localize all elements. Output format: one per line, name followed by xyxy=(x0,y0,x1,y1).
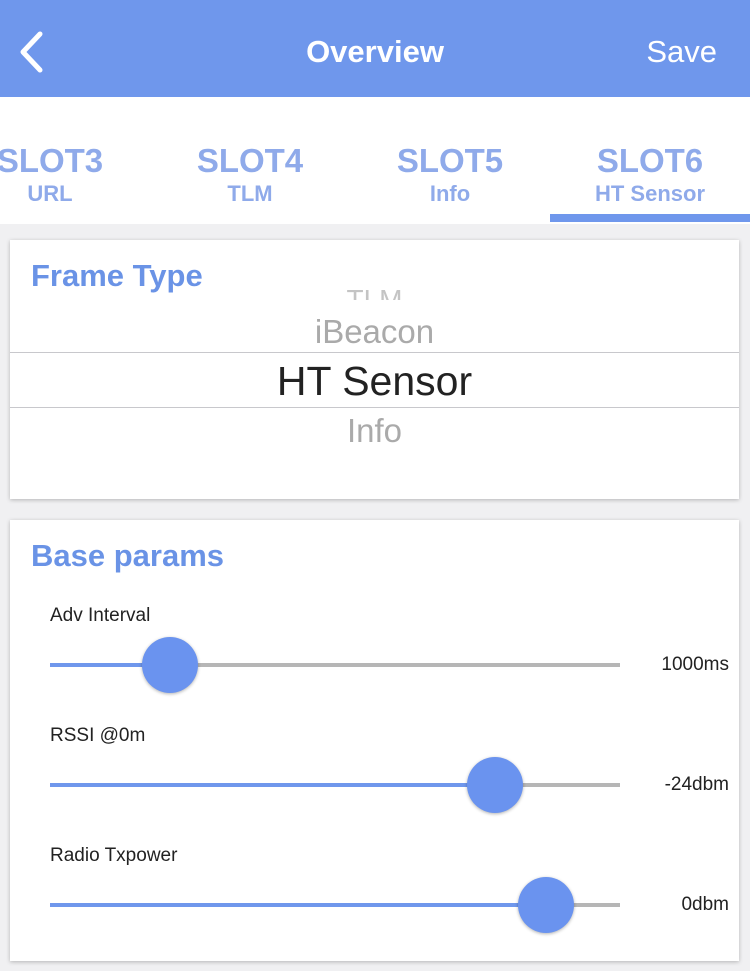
selected-tab-indicator xyxy=(550,214,750,222)
frame-type-card: Frame Type TLM iBeacon HT Sensor Info xyxy=(10,240,739,499)
rssi-slider[interactable] xyxy=(50,757,620,813)
slider-thumb[interactable] xyxy=(517,877,574,933)
page-title: Overview xyxy=(306,34,444,69)
tab-slot3[interactable]: SLOT3 URL xyxy=(0,97,150,224)
tab-slot-label: SLOT6 xyxy=(596,142,704,179)
save-button[interactable]: Save xyxy=(646,0,717,103)
picker-option-selected[interactable]: HT Sensor xyxy=(10,356,739,406)
slot-tab-bar: SLOT3 URL SLOT4 TLM SLOT5 Info SLOT6 HT … xyxy=(0,97,750,224)
tab-frame-label: Info xyxy=(429,181,471,206)
adv-interval-label: Adv Interval xyxy=(50,605,151,626)
slider-thumb[interactable] xyxy=(141,637,198,693)
picker-option-info[interactable]: Info xyxy=(10,411,739,451)
picker-divider-bottom xyxy=(10,407,739,408)
tx-power-value: 0dbm xyxy=(681,894,729,915)
tab-slot4[interactable]: SLOT4 TLM xyxy=(150,97,350,224)
tx-power-label: Radio Txpower xyxy=(50,845,178,866)
navigation-bar: Overview Save xyxy=(0,0,750,97)
slider-fill xyxy=(50,903,546,907)
tab-slot-label: SLOT5 xyxy=(396,142,504,179)
tab-slot-label: SLOT4 xyxy=(196,142,304,179)
rssi-value: -24dbm xyxy=(664,774,729,795)
picker-option-ibeacon[interactable]: iBeacon xyxy=(10,312,739,352)
adv-interval-value: 1000ms xyxy=(661,654,729,675)
tab-slot5[interactable]: SLOT5 Info xyxy=(350,97,550,224)
rssi-label: RSSI @0m xyxy=(50,725,146,746)
tab-frame-label: TLM xyxy=(227,181,273,206)
picker-divider-top xyxy=(10,352,739,353)
chevron-left-icon xyxy=(20,31,43,73)
tab-frame-label: URL xyxy=(27,181,73,206)
slider-fill xyxy=(50,783,495,787)
tab-frame-label: HT Sensor xyxy=(594,181,706,206)
base-params-title: Base params xyxy=(31,538,225,573)
tab-slot6[interactable]: SLOT6 HT Sensor xyxy=(550,97,750,224)
adv-interval-slider[interactable] xyxy=(50,637,620,693)
back-button[interactable] xyxy=(14,28,50,76)
tx-power-slider[interactable] xyxy=(50,877,620,933)
base-params-card: Base params Adv Interval 1000ms RSSI @0m… xyxy=(10,520,739,961)
tab-slot-label: SLOT3 xyxy=(0,142,104,179)
picker-option-tlm[interactable]: TLM xyxy=(10,286,739,300)
slider-thumb[interactable] xyxy=(466,757,523,813)
